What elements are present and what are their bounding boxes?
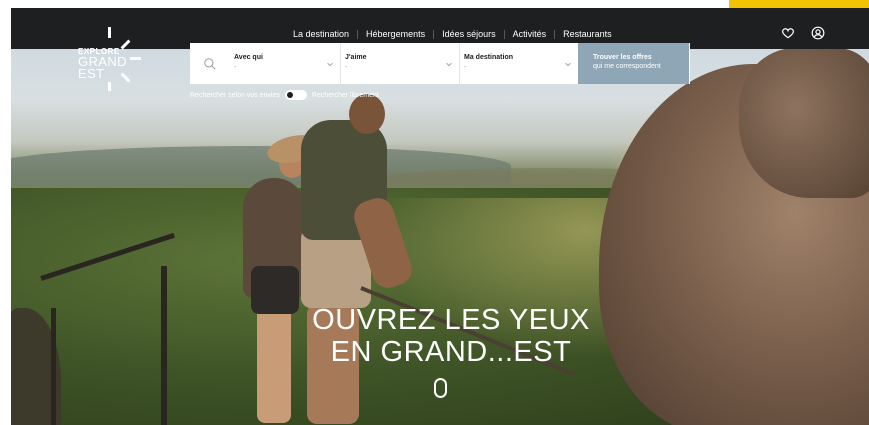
railing: [51, 308, 56, 425]
search-mode-toggle[interactable]: [284, 90, 307, 100]
toggle-label-librement[interactable]: Rechercher librement: [312, 92, 379, 99]
logo-ray: [108, 27, 111, 38]
chevron-down-icon: [327, 62, 333, 67]
nav-divider: [503, 29, 505, 39]
field-label: Avec qui: [234, 54, 263, 61]
button-sublabel: qui me correspondent: [593, 63, 661, 70]
scroll-down-indicator[interactable]: [434, 378, 447, 398]
search-bar: Avec qui - J'aime - Ma destination - Tro…: [190, 43, 690, 84]
railing: [161, 266, 167, 425]
nav-divider: [433, 29, 435, 39]
hiker-woman: [257, 298, 291, 423]
logo-ray: [120, 39, 131, 50]
heart-icon[interactable]: [781, 26, 795, 40]
toggle-label-envies[interactable]: Rechercher selon vos envies: [190, 92, 280, 99]
headline-line: OUVREZ LES YEUX: [312, 304, 590, 336]
logo-text: EST: [78, 66, 105, 81]
destination-select[interactable]: Ma destination -: [460, 43, 578, 84]
nav-item-destination[interactable]: La destination: [293, 29, 349, 39]
nav-item-hebergements[interactable]: Hébergements: [366, 29, 425, 39]
nav-divider: [357, 29, 359, 39]
button-label: Trouver les offres: [593, 54, 652, 61]
field-value: -: [234, 64, 237, 71]
chevron-down-icon: [446, 62, 452, 67]
field-value: -: [464, 64, 467, 71]
headline-line: EN GRAND...EST: [330, 336, 572, 368]
hiker-woman: [251, 266, 299, 314]
page: EXPLORE GRAND EST La destination Héberge…: [0, 0, 869, 425]
nav-item-activites[interactable]: Activités: [513, 29, 547, 39]
toggle-knob: [286, 92, 293, 98]
field-label: J'aime: [345, 54, 367, 61]
field-value: -: [345, 64, 348, 71]
site-logo[interactable]: EXPLORE GRAND EST: [78, 27, 148, 91]
rock-formation: [739, 48, 869, 198]
search-icon[interactable]: [190, 43, 230, 84]
field-label: Ma destination: [464, 54, 514, 61]
nav-item-idees-sejours[interactable]: Idées séjours: [442, 29, 496, 39]
nav-divider: [554, 29, 556, 39]
logo-ray: [130, 57, 141, 60]
main-nav: La destination Hébergements Idées séjour…: [293, 27, 612, 41]
hero-headline: OUVREZ LES YEUX EN GRAND...EST: [301, 304, 601, 368]
j-aime-select[interactable]: J'aime -: [341, 43, 459, 84]
user-icon[interactable]: [811, 26, 825, 40]
logo-ray: [108, 82, 111, 91]
chevron-down-icon: [565, 62, 571, 67]
logo-ray: [120, 72, 131, 83]
find-offers-button[interactable]: Trouver les offres qui me correspondent: [578, 43, 689, 84]
nav-item-restaurants[interactable]: Restaurants: [563, 29, 612, 39]
avec-qui-select[interactable]: Avec qui -: [230, 43, 340, 84]
accent-bar: [729, 0, 869, 8]
search-mode-toggle-row: Rechercher selon vos envies Rechercher l…: [190, 89, 379, 101]
